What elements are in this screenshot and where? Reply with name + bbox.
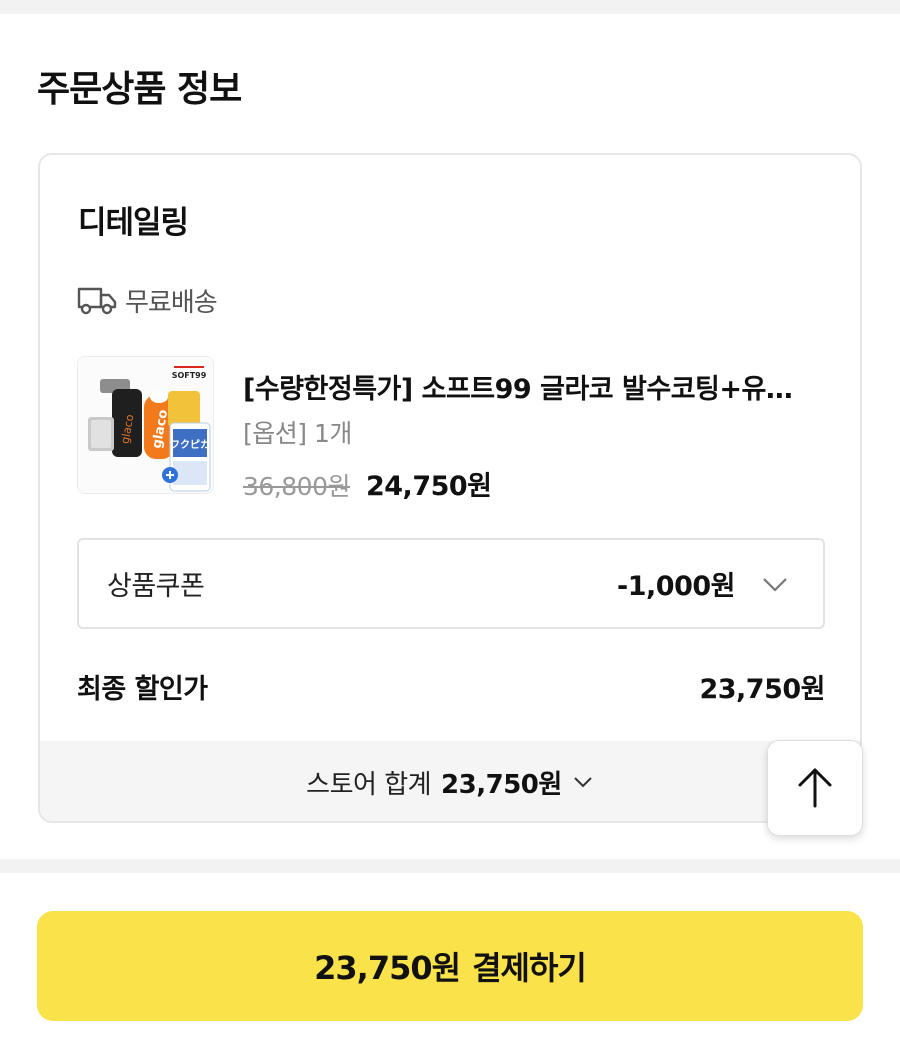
- product-option: [옵션] 1개: [243, 419, 352, 448]
- section-divider: [0, 859, 900, 873]
- store-name: 디테일링: [78, 205, 189, 241]
- product-image: SOFT99 glaco glaco フクピカ: [78, 357, 213, 493]
- coupon-select[interactable]: 상품쿠폰 -1,000원: [77, 538, 825, 629]
- store-total-label: 스토어 합계: [306, 769, 432, 800]
- chevron-down-icon: [574, 777, 592, 788]
- final-price-value: 23,750원: [699, 674, 825, 705]
- coupon-label: 상품쿠폰: [107, 571, 205, 602]
- pay-label: 결제하기: [472, 949, 587, 987]
- top-divider: [0, 0, 900, 14]
- pay-button[interactable]: 23,750원 결제하기: [37, 911, 863, 1021]
- section-title: 주문상품 정보: [37, 69, 242, 110]
- sale-price: 24,750원: [365, 471, 492, 502]
- shipping-info: 무료배송: [76, 283, 218, 318]
- original-price: 36,800원: [243, 472, 350, 501]
- order-page: 주문상품 정보 디테일링 무료배송 SOFT99 glaco glaco フクピ…: [0, 0, 900, 1043]
- svg-text:フクピカ: フクピカ: [170, 439, 210, 451]
- truck-icon: [77, 287, 117, 315]
- scroll-to-top-button[interactable]: [767, 740, 863, 836]
- store-total-toggle[interactable]: 스토어 합계 23,750원: [40, 741, 860, 821]
- final-price-row: 최종 할인가 23,750원: [77, 667, 825, 706]
- store-card: 디테일링 무료배송 SOFT99 glaco glaco フクピカ [수량한정특…: [38, 153, 862, 823]
- pay-amount: 23,750원: [314, 949, 461, 987]
- product-thumbnail[interactable]: SOFT99 glaco glaco フクピカ: [77, 356, 214, 494]
- arrow-up-icon: [798, 768, 832, 808]
- chevron-down-icon: [763, 577, 787, 592]
- store-total-value: 23,750원: [441, 769, 562, 800]
- price-row: 36,800원 24,750원: [243, 464, 492, 503]
- shipping-label: 무료배송: [125, 287, 218, 318]
- product-name[interactable]: [수량한정특가] 소프트99 글라코 발수코팅+유…: [243, 367, 833, 406]
- thumb-brand-text: SOFT99: [172, 371, 207, 380]
- final-price-label: 최종 할인가: [77, 674, 208, 705]
- coupon-value: -1,000원: [617, 571, 735, 602]
